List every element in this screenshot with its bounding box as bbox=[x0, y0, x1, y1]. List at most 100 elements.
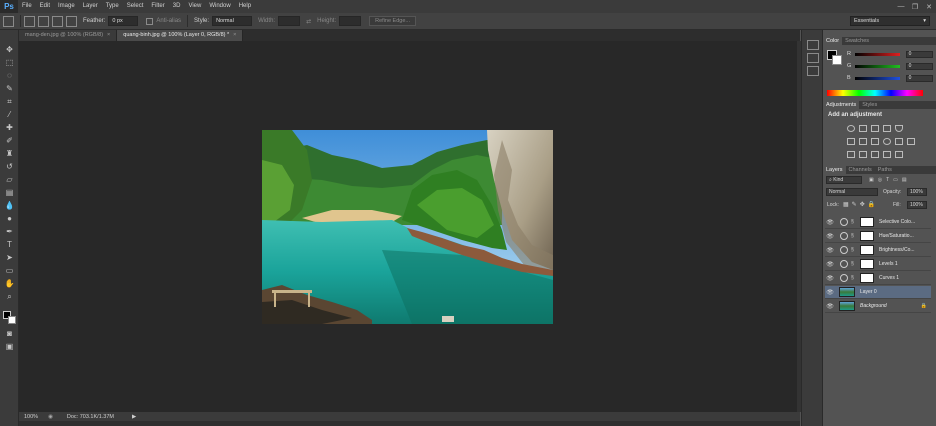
dodge-tool-icon[interactable]: ● bbox=[4, 213, 15, 224]
type-tool-icon[interactable]: T bbox=[4, 239, 15, 250]
layer-name[interactable]: Hue/Saturatio... bbox=[879, 233, 914, 239]
brush-tool-icon[interactable]: ✐ bbox=[4, 135, 15, 146]
blue-track[interactable] bbox=[854, 76, 900, 80]
antialias-checkbox[interactable] bbox=[146, 17, 154, 25]
eye-icon[interactable]: 👁 bbox=[825, 261, 835, 268]
exposure-icon[interactable] bbox=[883, 125, 891, 132]
blur-tool-icon[interactable]: 💧 bbox=[4, 200, 15, 211]
quick-mask-icon[interactable]: ◙ bbox=[4, 328, 15, 339]
blend-mode-select[interactable]: Normal bbox=[826, 188, 878, 196]
tab-adjustments[interactable]: Adjustments bbox=[823, 101, 860, 109]
curves-icon[interactable] bbox=[871, 125, 879, 132]
restore-button[interactable]: ❐ bbox=[908, 0, 922, 13]
layer-name[interactable]: Selective Colo... bbox=[879, 219, 915, 225]
layer-name[interactable]: Brightness/Co... bbox=[879, 247, 915, 253]
layer-row[interactable]: 👁 § Curves 1 bbox=[825, 272, 931, 285]
new-selection-icon[interactable] bbox=[24, 15, 35, 27]
vibrance-icon[interactable] bbox=[895, 125, 903, 132]
levels-icon[interactable] bbox=[859, 125, 867, 132]
info-panel-icon[interactable] bbox=[807, 66, 819, 76]
eye-icon[interactable]: 👁 bbox=[825, 303, 835, 310]
kind-filter[interactable]: ⌕ Kind bbox=[826, 176, 862, 184]
eye-icon[interactable]: 👁 bbox=[825, 219, 835, 226]
red-value[interactable]: 0 bbox=[905, 50, 934, 58]
clone-stamp-icon[interactable]: ♜ bbox=[4, 148, 15, 159]
layer-row[interactable]: 👁 § Brightness/Co... bbox=[825, 244, 931, 257]
tab-paths[interactable]: Paths bbox=[875, 166, 895, 174]
background-color-swatch[interactable] bbox=[832, 55, 842, 65]
history-panel-icon[interactable] bbox=[807, 40, 819, 50]
chain-icon[interactable]: § bbox=[851, 275, 856, 281]
layer-mask-thumbnail[interactable] bbox=[860, 273, 874, 283]
menu-select[interactable]: Select bbox=[123, 0, 148, 13]
eye-icon[interactable]: 👁 bbox=[825, 247, 835, 254]
blue-value[interactable]: 0 bbox=[905, 74, 934, 82]
menu-file[interactable]: File bbox=[18, 0, 36, 13]
background-color-swatch[interactable] bbox=[8, 316, 16, 324]
marquee-tool-icon[interactable]: ⬚ bbox=[4, 57, 15, 68]
menu-window[interactable]: Window bbox=[205, 0, 234, 13]
layer-name[interactable]: Curves 1 bbox=[879, 275, 899, 281]
layer-thumbnail[interactable] bbox=[839, 301, 855, 311]
color-balance-icon[interactable] bbox=[859, 138, 867, 145]
hue-saturation-icon[interactable] bbox=[847, 138, 855, 145]
eye-icon[interactable]: 👁 bbox=[825, 289, 835, 296]
selective-color-icon[interactable] bbox=[895, 151, 903, 158]
photo-filter-icon[interactable] bbox=[883, 138, 891, 145]
layer-filter-icons[interactable]: ▣◎T▭▤ bbox=[869, 177, 931, 183]
intersect-selection-icon[interactable] bbox=[66, 15, 77, 27]
lock-icons[interactable]: ▦✎✥🔒 bbox=[843, 201, 878, 208]
eraser-tool-icon[interactable]: ▱ bbox=[4, 174, 15, 185]
lasso-tool-icon[interactable]: ◌ bbox=[4, 70, 15, 81]
layer-mask-thumbnail[interactable] bbox=[860, 259, 874, 269]
chain-icon[interactable]: § bbox=[851, 233, 856, 239]
marquee-tool-icon[interactable] bbox=[3, 15, 14, 27]
feather-input[interactable]: 0 px bbox=[108, 16, 139, 26]
layer-thumbnail[interactable] bbox=[839, 287, 855, 297]
horizontal-scrollbar[interactable] bbox=[19, 421, 800, 426]
layer-name[interactable]: Levels 1 bbox=[879, 261, 898, 267]
blue-slider[interactable]: B 0 bbox=[847, 74, 934, 82]
eye-icon[interactable]: 👁 bbox=[825, 275, 835, 282]
gradient-tool-icon[interactable]: ▤ bbox=[4, 187, 15, 198]
refine-edge-button[interactable]: Refine Edge... bbox=[369, 16, 416, 26]
shape-tool-icon[interactable]: ▭ bbox=[4, 265, 15, 276]
play-icon[interactable]: ▶ bbox=[132, 414, 136, 420]
tab-mang-den[interactable]: mang-den.jpg @ 100% (RGB/8) × bbox=[19, 30, 118, 41]
opacity-input[interactable]: 100% bbox=[907, 188, 927, 196]
quick-select-tool-icon[interactable]: ✎ bbox=[4, 83, 15, 94]
green-slider[interactable]: G 0 bbox=[847, 62, 934, 70]
menu-image[interactable]: Image bbox=[54, 0, 79, 13]
close-button[interactable]: ✕ bbox=[922, 0, 936, 13]
chain-icon[interactable]: § bbox=[851, 247, 856, 253]
screen-mode-icon[interactable]: ▣ bbox=[4, 341, 15, 352]
layer-row[interactable]: 👁 Background 🔒 bbox=[825, 300, 931, 313]
zoom-tool-icon[interactable]: ⌕ bbox=[4, 291, 15, 302]
red-slider[interactable]: R 0 bbox=[847, 50, 934, 58]
add-selection-icon[interactable] bbox=[38, 15, 49, 27]
close-icon[interactable]: × bbox=[107, 32, 110, 38]
crop-tool-icon[interactable]: ⌗ bbox=[4, 96, 15, 107]
eyedropper-tool-icon[interactable]: ⁄ bbox=[4, 109, 15, 120]
width-input[interactable] bbox=[278, 16, 301, 26]
layer-mask-thumbnail[interactable] bbox=[860, 231, 874, 241]
threshold-icon[interactable] bbox=[871, 151, 879, 158]
green-value[interactable]: 0 bbox=[905, 62, 934, 70]
brightness-icon[interactable] bbox=[847, 125, 855, 132]
layer-name[interactable]: Layer 0 bbox=[860, 289, 877, 295]
eye-icon[interactable]: 👁 bbox=[825, 233, 835, 240]
tab-channels[interactable]: Channels bbox=[846, 166, 875, 174]
close-icon[interactable]: × bbox=[233, 32, 236, 38]
gradient-map-icon[interactable] bbox=[883, 151, 891, 158]
chain-icon[interactable]: § bbox=[851, 261, 856, 267]
move-tool-icon[interactable]: ✥ bbox=[4, 44, 15, 55]
green-track[interactable] bbox=[854, 64, 900, 68]
layer-row[interactable]: 👁 § Hue/Saturatio... bbox=[825, 230, 931, 243]
layer-row[interactable]: 👁 § Levels 1 bbox=[825, 258, 931, 271]
menu-edit[interactable]: Edit bbox=[36, 0, 54, 13]
menu-help[interactable]: Help bbox=[235, 0, 255, 13]
document-image[interactable] bbox=[262, 130, 553, 324]
layer-row[interactable]: 👁 Layer 0 bbox=[825, 286, 931, 299]
tab-color[interactable]: Color bbox=[823, 37, 843, 45]
menu-filter[interactable]: Filter bbox=[147, 0, 168, 13]
